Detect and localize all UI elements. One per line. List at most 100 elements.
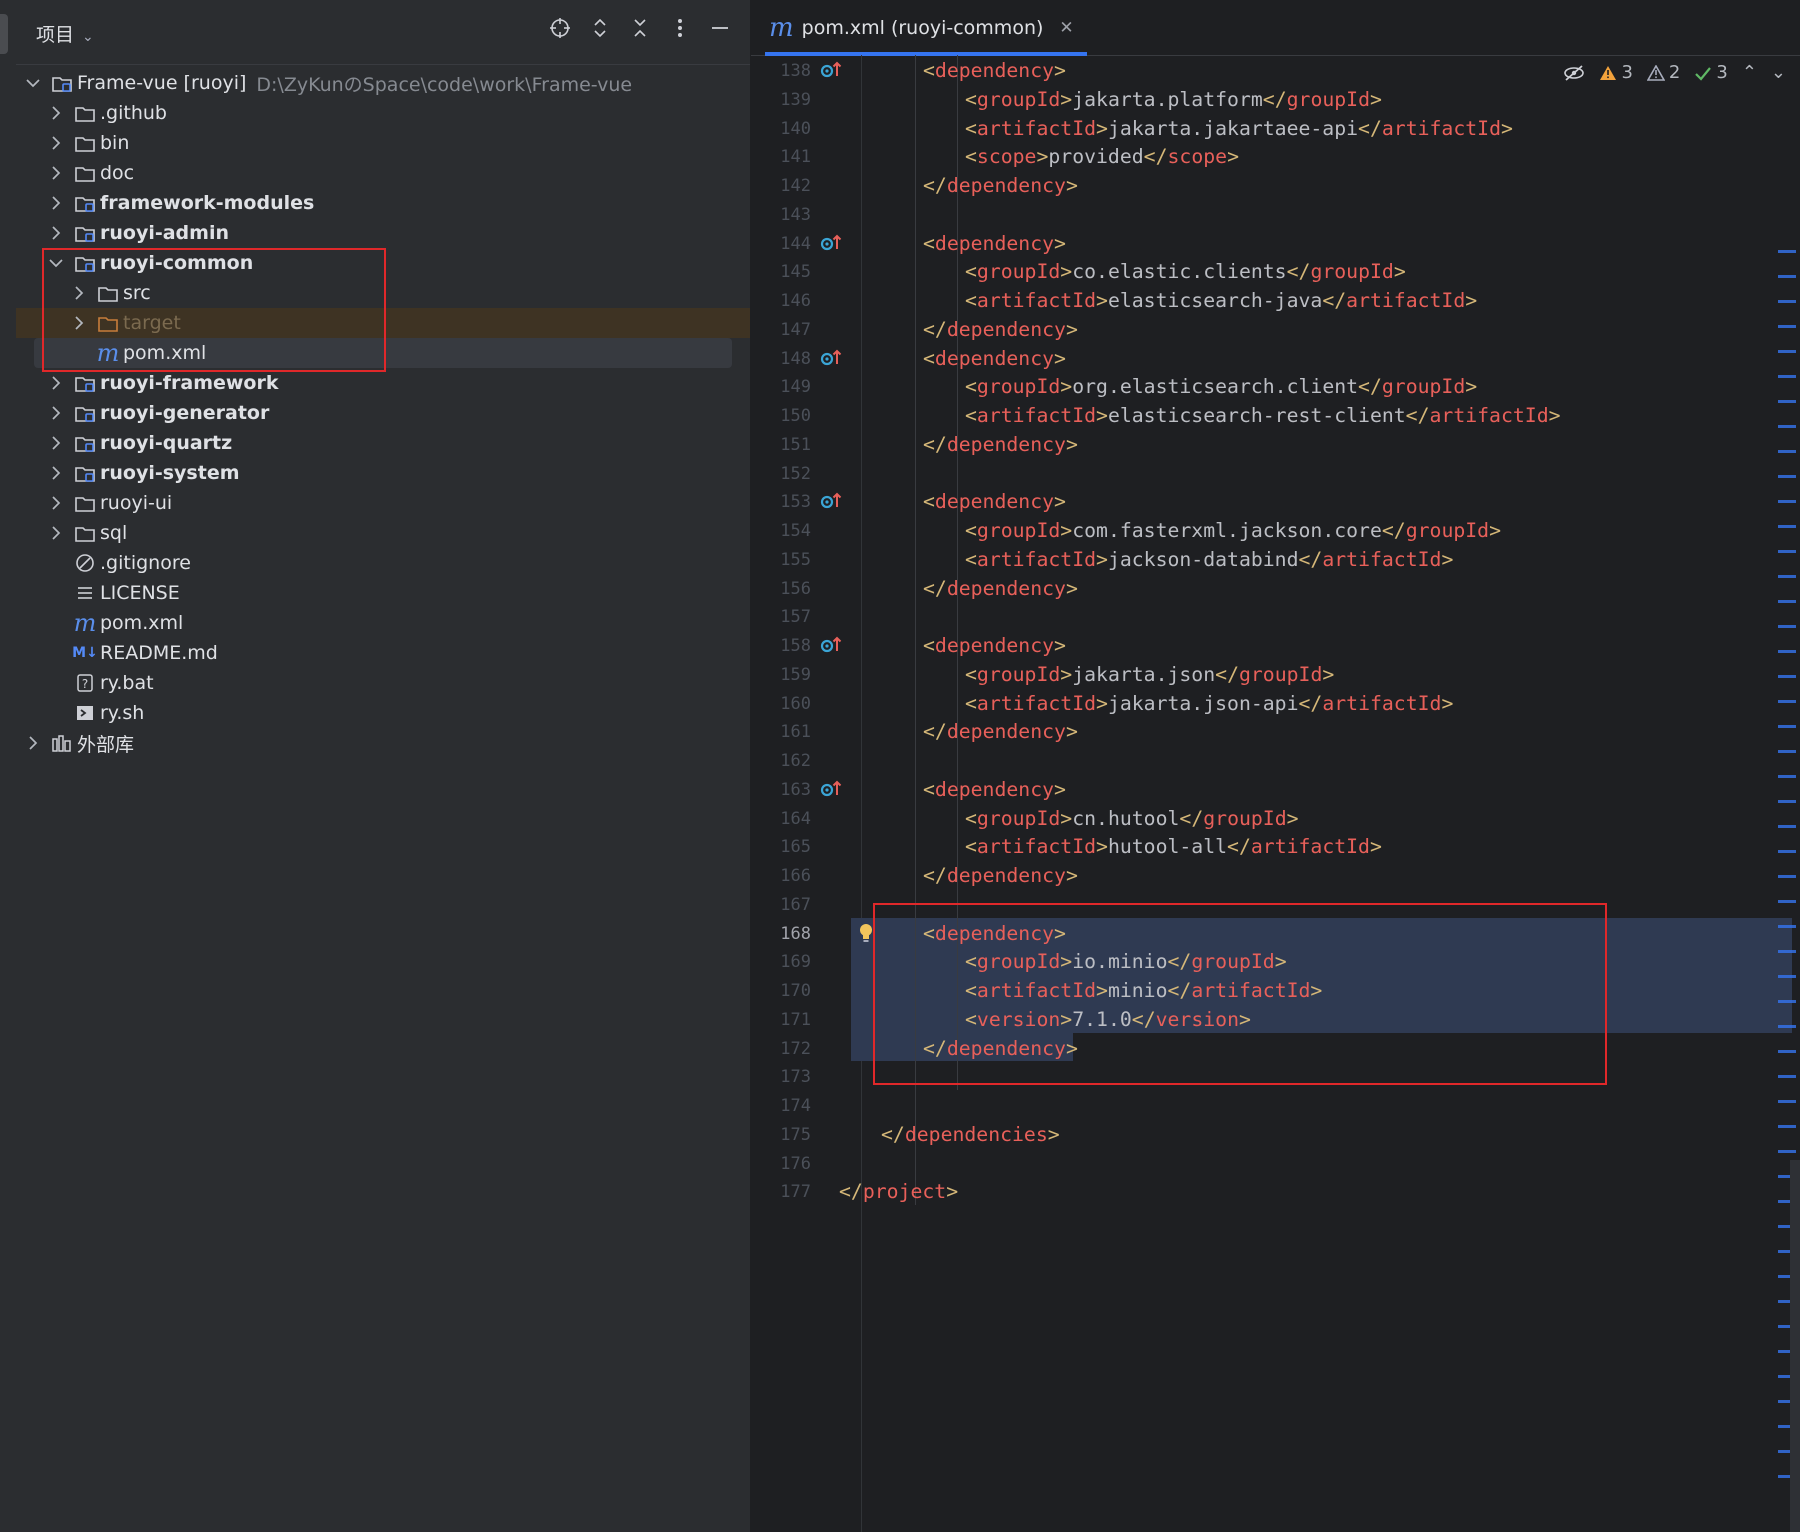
stripe-mark[interactable] xyxy=(1778,400,1796,403)
close-icon[interactable]: ✕ xyxy=(1059,18,1073,38)
stripe-mark[interactable] xyxy=(1778,1025,1796,1028)
stripe-mark[interactable] xyxy=(1778,525,1796,528)
tree-item[interactable]: .github xyxy=(16,98,750,128)
minimize-icon[interactable] xyxy=(708,16,732,40)
chevron-down-icon[interactable] xyxy=(49,256,63,270)
stripe-mark[interactable] xyxy=(1778,450,1796,453)
previous-highlight-icon[interactable]: ⌃ xyxy=(1742,62,1757,83)
override-gutter-icon[interactable] xyxy=(819,59,845,83)
code-text: </dependency> xyxy=(923,720,1078,744)
stripe-mark[interactable] xyxy=(1778,325,1796,328)
stripe-mark[interactable] xyxy=(1778,1150,1796,1153)
stripe-mark[interactable] xyxy=(1778,1100,1796,1103)
stripe-mark[interactable] xyxy=(1778,950,1796,953)
tree-item[interactable]: ruoyi-generator xyxy=(16,398,750,428)
tab-pom-xml[interactable]: m pom.xml (ruoyi-common) ✕ xyxy=(761,0,1081,55)
tree-item[interactable]: ry.sh xyxy=(16,698,750,728)
code-text: <dependency> xyxy=(923,490,1066,514)
tree-item[interactable]: ruoyi-framework xyxy=(16,368,750,398)
expand-all-icon[interactable] xyxy=(588,16,612,40)
chevron-right-icon[interactable] xyxy=(49,406,63,420)
tree-item[interactable]: ruoyi-admin xyxy=(16,218,750,248)
stripe-mark[interactable] xyxy=(1778,650,1796,653)
chevron-right-icon[interactable] xyxy=(49,106,63,120)
override-gutter-icon[interactable] xyxy=(819,347,845,371)
stripe-mark[interactable] xyxy=(1778,725,1796,728)
chevron-right-icon[interactable] xyxy=(49,196,63,210)
tree-item[interactable]: Frame-vue [ruoyi] D:\ZyKunのSpace\code\wor… xyxy=(16,68,750,98)
stripe-mark[interactable] xyxy=(1778,875,1796,878)
locate-file-icon[interactable] xyxy=(548,16,572,40)
chevron-right-icon[interactable] xyxy=(49,166,63,180)
stripe-mark[interactable] xyxy=(1778,425,1796,428)
override-gutter-icon[interactable] xyxy=(819,490,845,514)
project-view-selector[interactable]: 项目 ⌄ xyxy=(36,20,94,47)
tree-item[interactable]: 外部库 xyxy=(16,728,750,758)
reader-mode-icon[interactable] xyxy=(1563,64,1585,82)
stripe-mark[interactable] xyxy=(1778,800,1796,803)
tree-item[interactable]: doc xyxy=(16,158,750,188)
tree-item[interactable]: LICENSE xyxy=(16,578,750,608)
code-view[interactable]: 138 <dependency> 139 <groupId>jakarta.platf… xyxy=(751,55,1800,1532)
tree-item[interactable]: bin xyxy=(16,128,750,158)
weak-warnings-count[interactable]: 2 xyxy=(1646,62,1680,83)
stripe-mark[interactable] xyxy=(1778,975,1796,978)
stripe-mark[interactable] xyxy=(1778,300,1796,303)
override-gutter-icon[interactable] xyxy=(819,634,845,658)
chevron-right-icon[interactable] xyxy=(49,466,63,480)
stripe-mark[interactable] xyxy=(1778,700,1796,703)
tree-item[interactable]: ruoyi-quartz xyxy=(16,428,750,458)
chevron-right-icon[interactable] xyxy=(49,436,63,450)
chevron-right-icon[interactable] xyxy=(72,286,86,300)
stripe-mark[interactable] xyxy=(1778,250,1796,253)
chevron-right-icon[interactable] xyxy=(49,226,63,240)
override-gutter-icon[interactable] xyxy=(819,232,845,256)
tree-item[interactable]: framework-modules xyxy=(16,188,750,218)
stripe-mark[interactable] xyxy=(1778,500,1796,503)
collapse-all-icon[interactable] xyxy=(628,16,652,40)
more-options-icon[interactable] xyxy=(668,16,692,40)
inspection-widget[interactable]: 3 2 3 ⌃ ⌄ xyxy=(1563,62,1786,83)
stripe-mark[interactable] xyxy=(1778,550,1796,553)
stripe-mark[interactable] xyxy=(1778,900,1796,903)
stripe-mark[interactable] xyxy=(1778,600,1796,603)
chevron-right-icon[interactable] xyxy=(49,496,63,510)
stripe-mark[interactable] xyxy=(1778,275,1796,278)
warnings-count[interactable]: 3 xyxy=(1599,62,1633,83)
stripe-mark[interactable] xyxy=(1778,675,1796,678)
code-line[interactable]: 177 </project> xyxy=(751,1176,1800,1209)
stripe-mark[interactable] xyxy=(1778,925,1796,928)
tree-item[interactable]: ? ry.bat xyxy=(16,668,750,698)
tree-item[interactable]: m pom.xml xyxy=(16,608,750,638)
editor-scrollbar[interactable] xyxy=(1790,1160,1800,1532)
chevron-right-icon[interactable] xyxy=(26,736,40,750)
stripe-mark[interactable] xyxy=(1778,775,1796,778)
chevron-right-icon[interactable] xyxy=(49,136,63,150)
stripe-mark[interactable] xyxy=(1778,350,1796,353)
project-tool-tab[interactable] xyxy=(0,14,8,54)
stripe-mark[interactable] xyxy=(1778,375,1796,378)
tree-item[interactable]: ruoyi-ui xyxy=(16,488,750,518)
next-highlight-icon[interactable]: ⌄ xyxy=(1771,62,1786,83)
override-gutter-icon[interactable] xyxy=(819,778,845,802)
stripe-mark[interactable] xyxy=(1778,475,1796,478)
chevron-down-icon[interactable] xyxy=(26,76,40,90)
stripe-mark[interactable] xyxy=(1778,575,1796,578)
stripe-mark[interactable] xyxy=(1778,625,1796,628)
tree-item[interactable]: ruoyi-system xyxy=(16,458,750,488)
stripe-mark[interactable] xyxy=(1778,850,1796,853)
line-number: 154 xyxy=(780,521,811,541)
chevron-right-icon[interactable] xyxy=(49,376,63,390)
tree-item[interactable]: .gitignore xyxy=(16,548,750,578)
stripe-mark[interactable] xyxy=(1778,825,1796,828)
chevron-right-icon[interactable] xyxy=(49,526,63,540)
stripe-mark[interactable] xyxy=(1778,750,1796,753)
chevron-right-icon[interactable] xyxy=(72,316,86,330)
tree-item[interactable]: M↓ README.md xyxy=(16,638,750,668)
stripe-mark[interactable] xyxy=(1778,1050,1796,1053)
stripe-mark[interactable] xyxy=(1778,1000,1796,1003)
ok-count[interactable]: 3 xyxy=(1694,62,1728,83)
stripe-mark[interactable] xyxy=(1778,1125,1796,1128)
tree-item[interactable]: sql xyxy=(16,518,750,548)
stripe-mark[interactable] xyxy=(1778,1075,1796,1078)
